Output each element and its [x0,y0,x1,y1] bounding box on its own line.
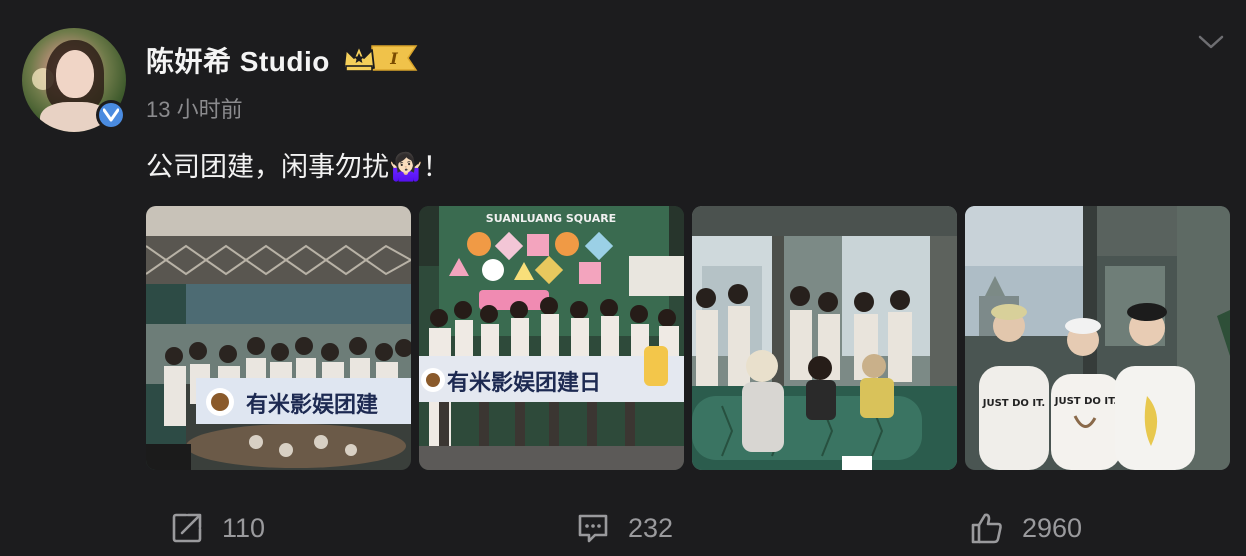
post-timestamp: 13 小时前 [146,97,243,122]
repost-icon [170,511,204,545]
photo1-banner-text: 有米影娱团建 [246,392,378,418]
vip-level: I [389,49,398,68]
like-count: 2960 [1022,512,1083,543]
photo4-shirt1-text: JUST DO IT. [982,398,1045,409]
author-name[interactable]: 陈妍希 Studio [146,40,330,80]
repost-count: 110 [222,512,266,543]
vip-crown-icon[interactable]: I [342,42,420,74]
photo4-shirt2-text: JUST DO IT. [1054,396,1117,407]
chevron-down-icon[interactable] [1196,30,1226,54]
comment-button[interactable]: 232 [576,508,673,548]
weibo-post: 陈妍希 Studio I 13 小时前 公司团建，闲事勿扰🤷🏻‍♀️！ [0,0,1246,556]
comment-icon [576,511,610,545]
like-button[interactable]: 2960 [970,508,1082,548]
verified-icon [96,100,126,130]
repost-button[interactable]: 110 [170,508,265,548]
post-photo-3[interactable] [692,206,957,470]
post-photo-4[interactable]: JUST DO IT. JUST DO IT. [965,206,1230,470]
post-photo-2[interactable]: SUANLUANG SQUARE 有米影娱团建日 [419,206,684,470]
photo2-sign-text: SUANLUANG SQUARE [486,212,616,225]
post-text: 公司团建，闲事勿扰🤷🏻‍♀️！ [146,152,450,182]
photo2-banner-text: 有米影娱团建日 [447,370,601,396]
post-photo-1[interactable]: 有米影娱团建 [146,206,411,470]
comment-count: 232 [628,512,674,543]
like-icon [970,511,1004,545]
